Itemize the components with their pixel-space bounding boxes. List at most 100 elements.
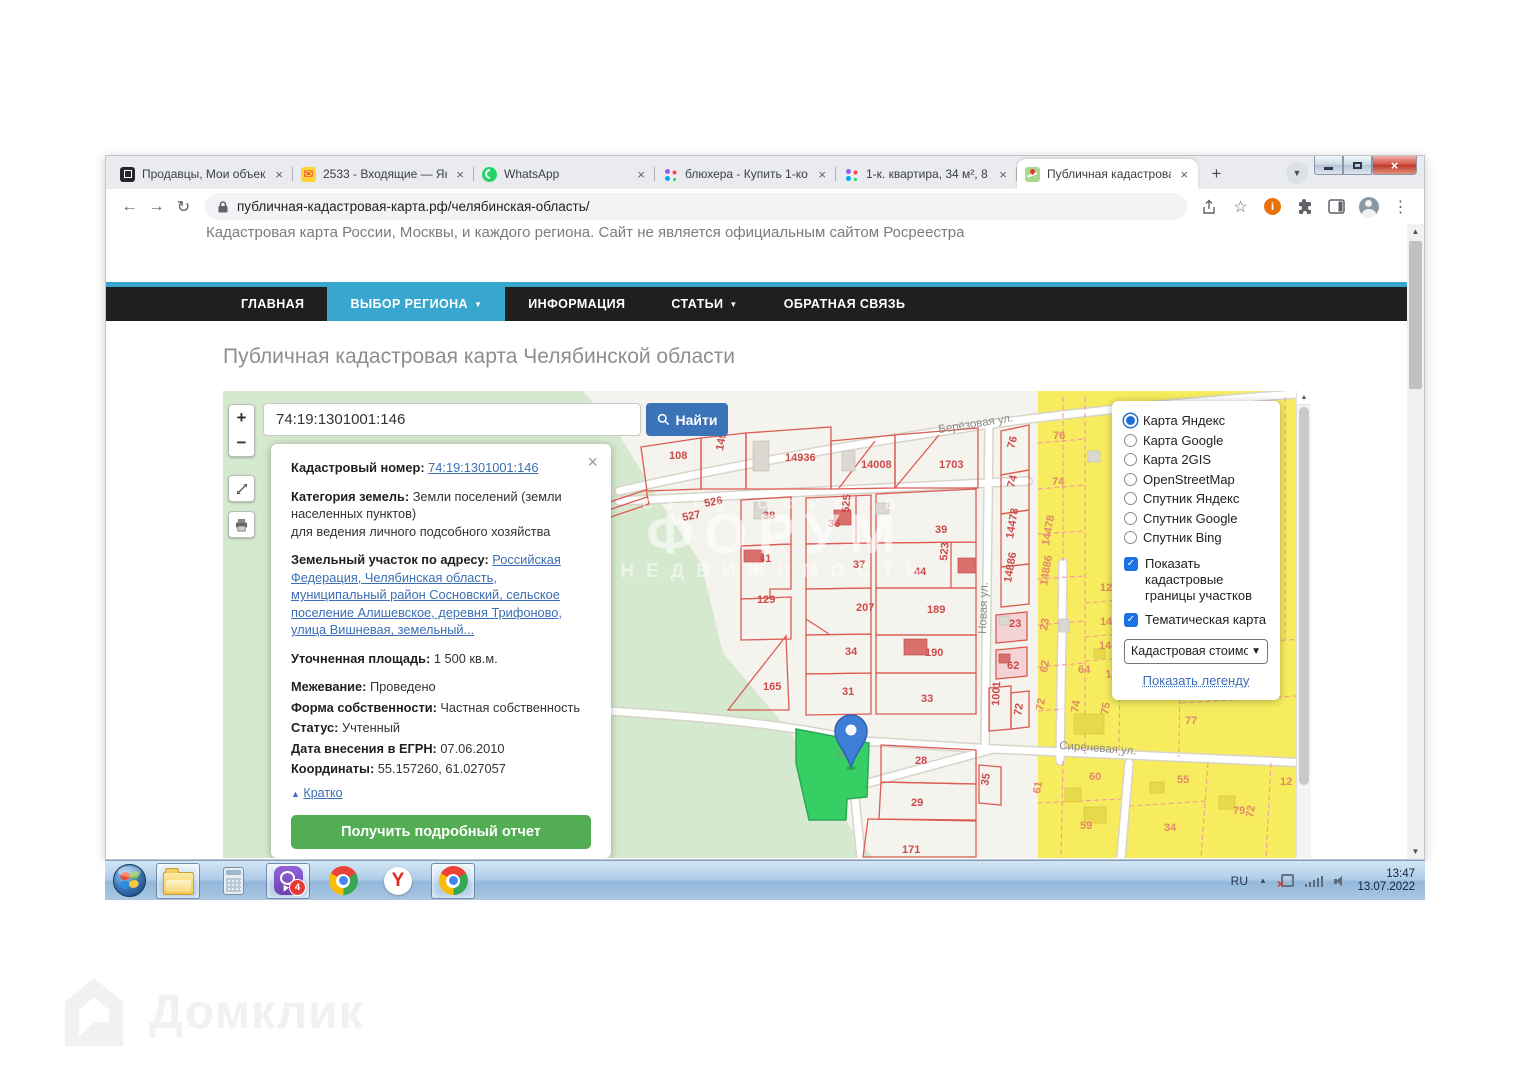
basemap-option[interactable]: OpenStreetMap — [1124, 470, 1268, 490]
window-maximize-button[interactable] — [1343, 156, 1372, 175]
basemap-option[interactable]: Карта Яндекс — [1124, 411, 1268, 431]
parcel-info-panel: × Кадастровый номер: 74:19:1301001:146 Ка… — [271, 444, 611, 858]
basemap-option[interactable]: Спутник Яндекс — [1124, 489, 1268, 509]
hidden-icons-button[interactable]: ▲ — [1259, 876, 1267, 885]
radio-icon[interactable] — [1124, 414, 1137, 428]
viber-taskbar-button[interactable]: 4 — [266, 862, 310, 899]
extension-badge-icon[interactable]: i — [1259, 198, 1286, 215]
scroll-up-icon[interactable]: ▲ — [1407, 224, 1424, 239]
browser-tab[interactable]: 1-к. квартира, 34 м², 8 × — [836, 159, 1017, 189]
nav-item-label: СТАТЬИ — [671, 297, 724, 311]
map-scrollbar-thumb[interactable] — [1299, 407, 1309, 785]
scroll-down-icon[interactable]: ▼ — [1407, 844, 1424, 859]
radio-icon[interactable] — [1124, 511, 1137, 525]
thematic-select[interactable]: Кадастровая стоимость уч ▼ — [1124, 638, 1268, 664]
address-bar[interactable]: публичная-кадастровая-карта.рф/челябинск… — [205, 193, 1187, 220]
nav-item[interactable]: ГЛАВНАЯ — [218, 287, 327, 321]
radio-icon[interactable] — [1124, 433, 1137, 447]
tab-close-icon[interactable]: × — [635, 167, 647, 182]
overlay-option[interactable]: ✓ Показать кадастровые границы участков — [1124, 556, 1268, 605]
info-value: Проведено — [369, 679, 436, 695]
detailed-report-button[interactable]: Получить подробный отчет — [291, 815, 591, 850]
print-button[interactable] — [228, 511, 255, 538]
map-scrollbar[interactable]: ▲ — [1296, 391, 1311, 858]
basemap-option[interactable]: Спутник Bing — [1124, 528, 1268, 548]
forward-button[interactable]: → — [143, 198, 170, 216]
checkbox-icon[interactable]: ✓ — [1124, 613, 1138, 628]
close-icon[interactable]: × — [587, 453, 598, 471]
back-button[interactable]: ← — [116, 198, 143, 216]
fullscreen-button[interactable] — [228, 475, 255, 502]
radio-icon[interactable] — [1124, 531, 1137, 545]
domklik-watermark: Домклик — [55, 970, 364, 1054]
info-label: Межевание: — [291, 679, 370, 695]
zoom-in-button[interactable]: + — [228, 404, 255, 431]
tab-close-icon[interactable]: × — [1178, 167, 1190, 182]
tab-close-icon[interactable]: × — [816, 167, 828, 182]
parcel-label: 129 — [757, 594, 775, 606]
share-icon[interactable] — [1195, 199, 1222, 215]
page-scrollbar[interactable]: ▲ ▼ — [1407, 224, 1424, 859]
bookmark-star-icon[interactable]: ☆ — [1227, 197, 1254, 217]
side-panel-icon[interactable] — [1323, 199, 1350, 214]
network-disconnected-icon[interactable]: × — [1277, 873, 1294, 891]
collapse-link[interactable]: ▲ Кратко — [291, 785, 591, 802]
scroll-up-icon[interactable]: ▲ — [1297, 391, 1311, 405]
search-button[interactable]: Найти — [646, 403, 728, 436]
chrome-window-taskbar-button[interactable] — [431, 862, 475, 899]
parcel-label: 60 — [1089, 771, 1101, 783]
browser-tab[interactable]: ✉ 2533 - Входящие — Ян × — [293, 159, 474, 189]
info-row: Категория земель: Земли поселений (земли… — [291, 488, 591, 541]
radio-icon[interactable] — [1124, 472, 1137, 486]
nav-item[interactable]: ОБРАТНАЯ СВЯЗЬ — [761, 287, 929, 321]
radio-icon[interactable] — [1124, 492, 1137, 506]
page-scrollbar-thumb[interactable] — [1409, 241, 1422, 389]
checkbox-icon[interactable]: ✓ — [1124, 556, 1138, 571]
browser-tab[interactable]: блюхера - Купить 1-ко × — [655, 159, 836, 189]
browser-menu-icon[interactable]: ⋮ — [1387, 197, 1414, 217]
basemap-option[interactable]: Карта 2GIS — [1124, 450, 1268, 470]
yandex-browser-taskbar-button[interactable]: Y — [376, 863, 420, 899]
window-close-button[interactable]: × — [1372, 156, 1417, 175]
browser-tab[interactable]: Продавцы, Мои объек × — [112, 159, 293, 189]
start-button[interactable] — [111, 862, 148, 899]
tray-date: 13.07.2022 — [1357, 880, 1415, 893]
tab-close-icon[interactable]: × — [273, 167, 285, 182]
house-icon — [65, 978, 123, 1046]
window-minimize-button[interactable] — [1314, 156, 1343, 175]
nav-item[interactable]: ВЫБОР РЕГИОНА ▼ — [327, 287, 506, 321]
parcel-label: 165 — [763, 681, 781, 693]
overlay-option[interactable]: ✓ Тематическая карта — [1124, 612, 1268, 628]
parcel-label: 77 — [1185, 715, 1197, 727]
signal-bars-icon[interactable] — [1304, 875, 1324, 887]
browser-tab[interactable]: WhatsApp × — [474, 159, 655, 189]
browser-tab[interactable]: Публичная кадастрова × — [1017, 159, 1198, 189]
show-legend-link[interactable]: Показать легенду — [1143, 673, 1250, 688]
volume-icon[interactable] — [1334, 875, 1346, 887]
zoom-out-button[interactable]: − — [228, 430, 255, 457]
radio-icon[interactable] — [1124, 453, 1137, 467]
chrome-taskbar-button[interactable] — [321, 863, 365, 899]
basemap-option[interactable]: Карта Google — [1124, 431, 1268, 451]
cadastral-map[interactable]: 108 149 14936 14008 1703 76 74 526 527 38 36 525 39 4… — [223, 391, 1311, 858]
tab-close-icon[interactable]: × — [454, 167, 466, 182]
search-input[interactable] — [263, 403, 641, 436]
info-row: Координаты: 55.157260, 61.027057 — [291, 760, 591, 778]
info-value-link[interactable]: 74:19:1301001:146 — [428, 460, 538, 475]
basemap-option[interactable]: Спутник Google — [1124, 509, 1268, 529]
language-indicator[interactable]: RU — [1231, 874, 1248, 888]
taskbar-clock[interactable]: 13:47 13.07.2022 — [1357, 868, 1415, 894]
nav-item[interactable]: ИНФОРМАЦИЯ — [505, 287, 648, 321]
tab-search-button[interactable]: ▼ — [1286, 162, 1308, 184]
parcel-label: 62 — [1038, 659, 1052, 673]
info-label: Кадастровый номер: — [291, 460, 429, 475]
new-tab-button[interactable]: + — [1204, 161, 1229, 186]
info-label: Координаты: — [291, 761, 378, 777]
calculator-taskbar-button[interactable] — [211, 863, 255, 899]
extensions-puzzle-icon[interactable] — [1291, 198, 1318, 215]
tab-close-icon[interactable]: × — [997, 167, 1009, 182]
profile-avatar[interactable] — [1355, 196, 1382, 217]
reload-button[interactable]: ↻ — [170, 197, 197, 217]
nav-item[interactable]: СТАТЬИ ▼ — [648, 287, 760, 321]
explorer-taskbar-button[interactable] — [156, 862, 200, 899]
